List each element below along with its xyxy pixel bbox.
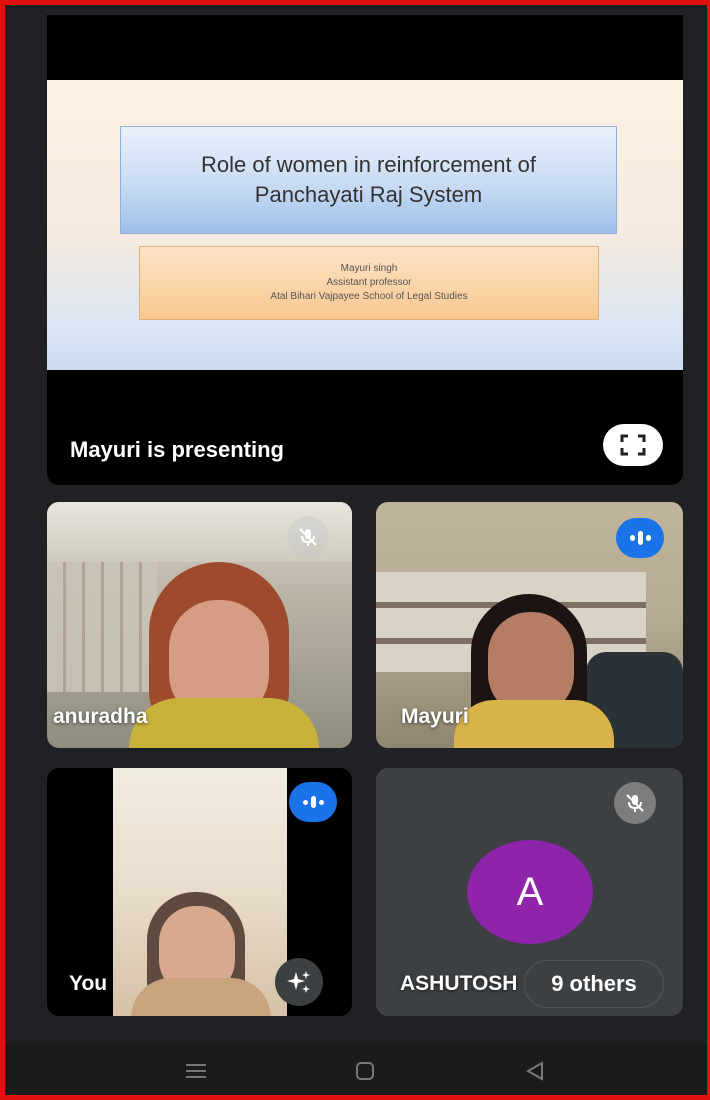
top-bar: [47, 15, 683, 80]
participant-tile-ashutosh[interactable]: A ASHUTOSH 9 others: [376, 768, 683, 1016]
participant-name: Mayuri: [401, 705, 469, 728]
participant-name: ASHUTOSH: [400, 972, 518, 995]
participant-tile-anuradha[interactable]: anuradha: [47, 502, 352, 748]
recent-apps-button[interactable]: [181, 1058, 211, 1084]
others-count-chip[interactable]: 9 others: [524, 960, 664, 1008]
video-background-window: [47, 562, 157, 692]
effects-button[interactable]: [275, 958, 323, 1006]
audio-level-icon: [302, 796, 324, 808]
fullscreen-icon: [620, 434, 646, 456]
speaking-indicator: [289, 782, 337, 822]
presenting-label: Mayuri is presenting: [70, 437, 284, 462]
system-navigation-bar: [5, 1043, 707, 1100]
meet-call-screen: Role of women in reinforcement of Pancha…: [5, 5, 707, 1100]
video-person-body: [454, 700, 614, 748]
slide-author-org: Atal Bihari Vajpayee School of Legal Stu…: [270, 291, 468, 302]
mic-off-icon: [299, 528, 317, 546]
avatar: A: [467, 840, 593, 944]
participant-tile-you[interactable]: You: [47, 768, 352, 1016]
participant-tile-mayuri[interactable]: Mayuri: [376, 502, 683, 748]
audio-level-icon: [629, 531, 651, 545]
fullscreen-button[interactable]: [603, 424, 663, 466]
slide-author-box: Mayuri singh Assistant professor Atal Bi…: [139, 246, 599, 320]
presentation-tile[interactable]: Role of women in reinforcement of Pancha…: [47, 80, 683, 485]
sparkle-icon: [287, 971, 310, 993]
slide-title: Role of women in reinforcement of Pancha…: [200, 152, 537, 207]
self-view-video: [113, 768, 287, 1016]
speaking-indicator: [616, 518, 664, 558]
participant-name: anuradha: [53, 705, 148, 728]
slide-title-box: Role of women in reinforcement of Pancha…: [120, 126, 617, 234]
back-icon: [525, 1061, 543, 1081]
home-icon: [356, 1062, 374, 1080]
shared-slide: Role of women in reinforcement of Pancha…: [47, 80, 683, 370]
mute-indicator: [287, 516, 329, 558]
video-person-body: [131, 978, 271, 1016]
mic-off-icon: [626, 794, 644, 812]
video-person-body: [129, 698, 319, 748]
menu-icon: [186, 1064, 206, 1078]
slide-author-role: Assistant professor: [326, 277, 412, 288]
slide-author-name: Mayuri singh: [340, 263, 398, 274]
mute-indicator: [614, 782, 656, 824]
back-button[interactable]: [520, 1058, 550, 1084]
home-button[interactable]: [350, 1058, 380, 1084]
participant-name: You: [69, 972, 108, 995]
